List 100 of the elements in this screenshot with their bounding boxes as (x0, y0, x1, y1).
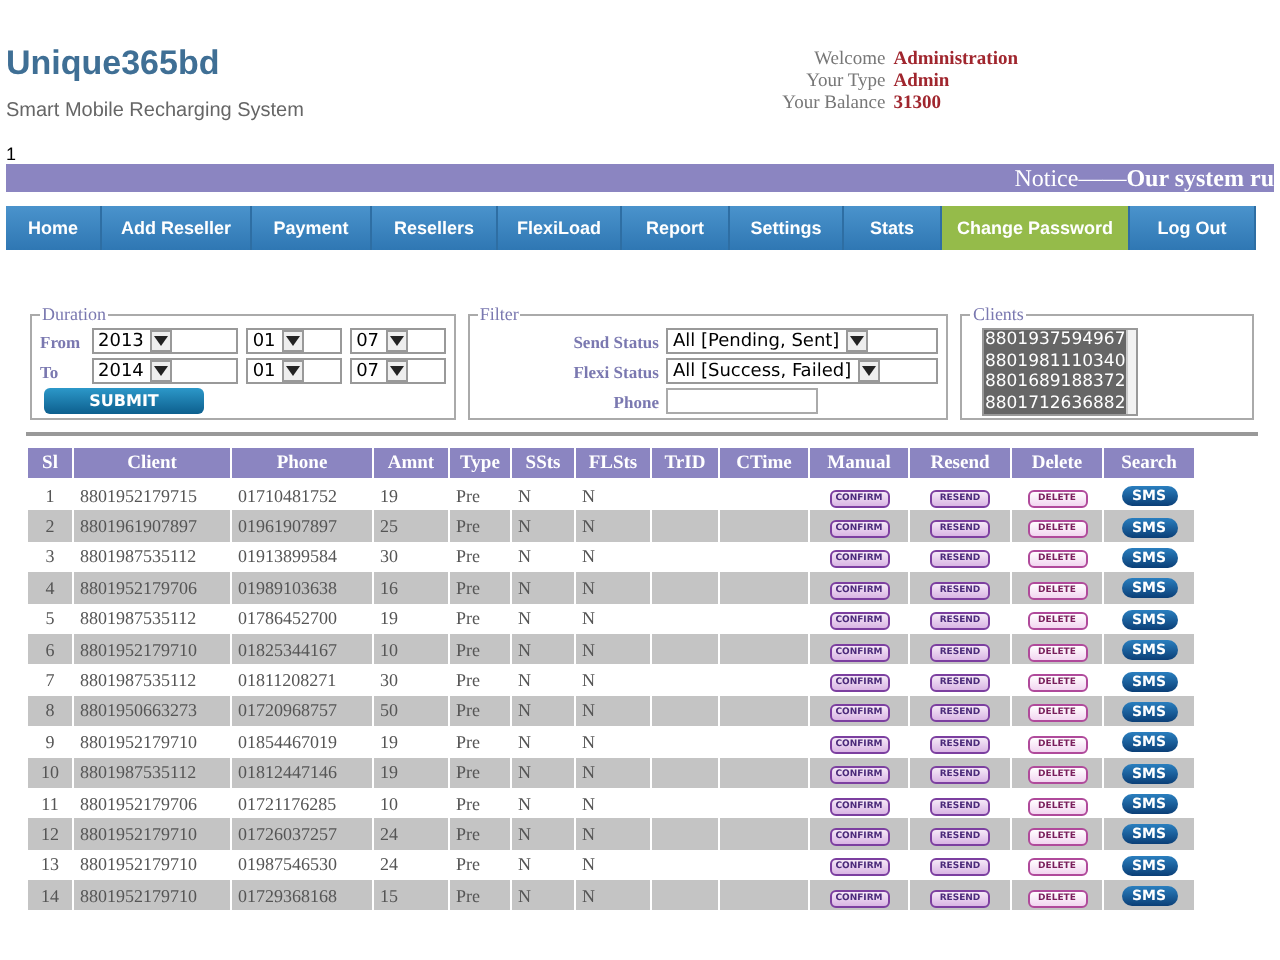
table-cell: 19 (380, 762, 398, 783)
nav-tab[interactable]: Settings (730, 206, 844, 250)
row-number: 4 (45, 577, 55, 598)
info-value: Admin (893, 72, 952, 94)
status-select[interactable]: All [Success, Failed] (666, 358, 939, 384)
nav-tab[interactable]: Log Out (1130, 206, 1256, 250)
table-cell: 8801987535112 (80, 670, 197, 691)
table-cell: Pre (456, 639, 480, 660)
table-cell: Pre (456, 885, 480, 906)
table-cell: N (518, 885, 531, 906)
table-cell: N (518, 762, 531, 783)
day-select[interactable]: 07 (350, 328, 446, 354)
row-number: 5 (45, 608, 55, 629)
dropdown-arrow-icon (149, 330, 172, 352)
table-cell: 8801987535112 (80, 608, 197, 629)
table-cell: 8801952179710 (80, 823, 197, 844)
table-cell: N (582, 639, 595, 660)
info-label: Your Type (804, 72, 886, 94)
table-cell: N (582, 762, 595, 783)
table-cell: N (582, 731, 595, 752)
fieldset-legend: Filter (477, 304, 521, 324)
column-header: CTime (720, 448, 808, 480)
table-cell: 01721176285 (238, 793, 337, 814)
nav-tab[interactable]: Payment (252, 206, 372, 250)
row-number: 10 (41, 762, 59, 783)
table-cell: 01825344167 (238, 639, 337, 660)
year-select[interactable]: 2014 (92, 358, 239, 384)
row-number: 14 (41, 885, 59, 906)
dropdown-arrow-icon (281, 360, 304, 382)
table-cell: 8801961907897 (80, 516, 197, 537)
client-option[interactable]: 8801937594967 (984, 330, 1126, 351)
filter-label: Phone (611, 391, 659, 411)
table-cell: 15 (380, 885, 398, 906)
nav-tab[interactable]: Report (622, 206, 730, 250)
table-cell: N (518, 639, 531, 660)
day-select[interactable]: 07 (350, 358, 446, 384)
table-cell: 25 (380, 516, 398, 537)
column-header: Resend (910, 448, 1010, 480)
table-cell: Pre (456, 546, 480, 567)
client-option[interactable]: 8801981110340 (984, 351, 1126, 372)
site-subtitle: Smart Mobile Recharging System (6, 100, 304, 122)
phone-input[interactable] (666, 388, 819, 414)
dropdown-arrow-icon (281, 330, 304, 352)
table-cell: N (582, 793, 595, 814)
table-cell: Pre (456, 485, 480, 506)
page-counter: 1 (6, 144, 19, 164)
month-select[interactable]: 01 (246, 358, 343, 384)
client-option[interactable]: 8801712636882 (984, 393, 1126, 414)
info-label: Your Balance (782, 94, 886, 116)
table-cell: 01854467019 (238, 731, 337, 752)
year-select[interactable]: 2013 (92, 328, 239, 354)
table-cell: 19 (380, 608, 398, 629)
row-number: 3 (45, 546, 55, 567)
column-header: Sl (28, 448, 72, 480)
row-number: 13 (41, 854, 59, 875)
dropdown-arrow-icon (857, 360, 880, 382)
table-cell: 8801952179715 (80, 485, 197, 506)
nav-tab[interactable]: FlexiLoad (498, 206, 622, 250)
table-cell: 01987546530 (238, 854, 337, 875)
notice-text: Notice——Our system ru (1014, 164, 1274, 192)
table-cell: 50 (380, 700, 398, 721)
nav-tab[interactable]: Add Reseller (102, 206, 252, 250)
column-header: FLSts (576, 448, 650, 480)
info-value: Administration (893, 50, 1018, 72)
table-cell: N (518, 608, 531, 629)
table-cell: Pre (456, 793, 480, 814)
table-cell: N (518, 485, 531, 506)
table-cell: N (582, 823, 595, 844)
month-select[interactable]: 01 (246, 328, 343, 354)
row-number: 1 (45, 485, 55, 506)
table-cell: 24 (380, 823, 398, 844)
table-cell: Pre (456, 762, 480, 783)
table-cell: 8801952179710 (80, 854, 197, 875)
table-cell: 10 (380, 639, 398, 660)
table-cell: N (518, 793, 531, 814)
filter-label: Flexi Status (571, 361, 659, 381)
dropdown-arrow-icon (149, 360, 172, 382)
table-cell: 16 (380, 577, 398, 598)
table-cell: 8801950663273 (80, 700, 197, 721)
table-cell: N (582, 700, 595, 721)
client-option[interactable]: 8801689188372 (984, 372, 1126, 393)
table-cell: N (518, 854, 531, 875)
table-cell: 8801952179706 (80, 577, 197, 598)
row-number: 7 (45, 670, 55, 691)
table-cell: 01961907897 (238, 516, 337, 537)
submit-button[interactable]: SUBMIT (44, 388, 204, 414)
table-cell: 19 (380, 485, 398, 506)
info-label: Welcome (812, 50, 886, 72)
table-cell: N (518, 731, 531, 752)
status-select[interactable]: All [Pending, Sent] (666, 328, 939, 354)
row-number: 9 (45, 731, 55, 752)
nav-tab[interactable]: Stats (844, 206, 942, 250)
nav-tab[interactable]: Resellers (372, 206, 498, 250)
row-number: 12 (41, 823, 59, 844)
table-cell: Pre (456, 577, 480, 598)
scrollbar[interactable] (1125, 330, 1137, 414)
row-number: 8 (45, 700, 55, 721)
table-cell: Pre (456, 854, 480, 875)
table-cell: Pre (456, 823, 480, 844)
nav-tab[interactable]: Home (6, 206, 102, 250)
